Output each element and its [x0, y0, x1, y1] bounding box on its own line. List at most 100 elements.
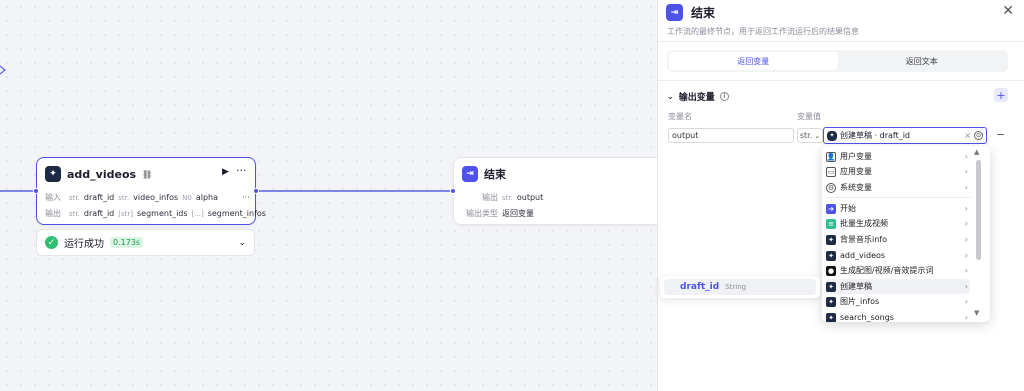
type-tag: str. — [69, 209, 80, 218]
variable-type: String — [725, 283, 747, 291]
add-videos-title: add_videos — [67, 167, 137, 181]
item-label: 背景音乐info — [840, 235, 888, 244]
add-variable-button[interactable]: + — [994, 88, 1008, 102]
info-icon[interactable]: i — [719, 92, 729, 101]
output-param: segment_infos — [207, 209, 266, 218]
input-param: alpha — [195, 193, 219, 202]
plugin-icon: ✦ — [826, 312, 836, 322]
link-icon: ⛓ — [142, 169, 153, 179]
input-port[interactable] — [450, 188, 456, 194]
dropdown-item-user-vars[interactable]: 👤 用户变量 › — [826, 149, 970, 164]
chevron-down-icon[interactable]: ⌄ — [238, 238, 246, 248]
panel-title: 结束 — [691, 6, 716, 20]
end-node-title: 结束 — [484, 168, 506, 181]
node-config-panel: ⇥ 结束 ✕ 工作流的最终节点，用于返回工作流运行后的结果信息 返回变量 返回文… — [657, 0, 1024, 391]
type-tag: [...] — [191, 209, 204, 218]
check-icon: ✓ — [45, 236, 58, 249]
dropdown-item-search-songs[interactable]: ✦ search_songs › — [826, 310, 970, 322]
input-label: 输入 — [45, 193, 61, 202]
llm-icon: ● — [826, 265, 836, 276]
item-label: 图片_infos — [840, 297, 880, 306]
folder-icon: ▭ — [826, 166, 836, 177]
chevron-right-icon: › — [964, 152, 968, 161]
end-icon: ⇥ — [462, 166, 478, 182]
chevron-right-icon: › — [964, 183, 968, 192]
output-param: segment_ids — [136, 209, 188, 218]
reference-value: 创建草稿 · draft_id — [840, 131, 911, 140]
item-label: search_songs — [840, 313, 894, 322]
close-icon[interactable]: ✕ — [1002, 3, 1014, 19]
time-badge: 0.173s — [110, 237, 144, 248]
input-row: 输入 str. draft_id str. video_infos N0 alp… — [45, 192, 250, 203]
plugin-icon: ✦ — [826, 234, 836, 245]
output-port[interactable] — [253, 188, 259, 194]
variable-dropdown: ▲ ▼ 👤 用户变量 › ▭ 应用变量 › ⚙ 系统变量 › ➜ 开始 › ≡ … — [822, 146, 990, 322]
workflow-canvas[interactable]: ✦ add_videos ⛓ ▶ ··· 输入 str. draft_id st… — [0, 0, 663, 391]
dropdown-item-batch-video[interactable]: ≡ 批量生成视频 › — [826, 216, 970, 231]
output-variables-section[interactable]: ⌄ 输出变量 i — [667, 90, 729, 103]
gear-icon: ⚙ — [826, 182, 836, 193]
plugin-icon: ✦ — [826, 250, 836, 261]
run-status-bar[interactable]: ✓ 运行成功 0.173s ⌄ — [36, 229, 255, 256]
type-tag: [str] — [118, 209, 133, 218]
dropdown-item-system-vars[interactable]: ⚙ 系统变量 › — [826, 180, 970, 195]
dropdown-item-create-draft[interactable]: ✦ 创建草稿 › — [826, 279, 970, 294]
item-label: add_videos — [840, 251, 886, 260]
dropdown-item-start[interactable]: ➜ 开始 › — [826, 201, 970, 216]
input-param: draft_id — [83, 193, 115, 202]
dropdown-scrollbar[interactable] — [976, 160, 981, 260]
output-param: output — [516, 193, 544, 202]
chevron-right-icon: › — [964, 204, 968, 213]
col-name-header: 变量名 — [668, 112, 692, 121]
dropdown-item-app-vars[interactable]: ▭ 应用变量 › — [826, 164, 970, 179]
run-node-button[interactable]: ▶ — [222, 167, 229, 177]
clear-icon[interactable]: × — [964, 131, 971, 140]
chevron-right-icon: › — [964, 297, 968, 306]
chevron-right-icon: › — [964, 266, 968, 275]
output-kind-label: 输出类型 — [466, 209, 498, 218]
panel-description: 工作流的最终节点，用于返回工作流运行后的结果信息 — [667, 27, 859, 36]
end-icon: ⇥ — [666, 4, 683, 21]
type-value: str. — [799, 131, 813, 140]
input-param: video_infos — [133, 193, 179, 202]
input-port[interactable] — [33, 188, 39, 194]
dropdown-item-add-videos[interactable]: ✦ add_videos › — [826, 248, 970, 263]
output-label: 输出 — [482, 193, 498, 202]
variable-name: draft_id — [680, 282, 720, 292]
end-kind-row: 输出类型 返回变量 — [462, 208, 534, 219]
batch-icon: ≡ — [826, 218, 836, 229]
add-videos-node[interactable]: ✦ add_videos ⛓ ▶ ··· 输入 str. draft_id st… — [33, 157, 266, 225]
divider — [826, 197, 970, 198]
dropdown-item-image-infos[interactable]: ✦ 图片_infos › — [826, 294, 970, 309]
panel-header: ⇥ 结束 — [666, 4, 715, 21]
plugin-icon: ✦ — [45, 166, 61, 182]
variable-submenu: draft_id String — [660, 276, 820, 298]
variable-reference-field[interactable]: ✦ 创建草稿 · draft_id × ⊙ — [823, 127, 987, 144]
item-label: 开始 — [840, 204, 856, 213]
collapse-chevron-icon[interactable]: ⌄ — [667, 92, 674, 101]
type-tag: N0 — [182, 193, 192, 202]
scroll-down-icon[interactable]: ▼ — [974, 309, 979, 317]
more-menu-button[interactable]: ··· — [236, 164, 247, 177]
col-value-header: 变量值 — [797, 112, 821, 121]
output-kind-value: 返回变量 — [502, 209, 534, 218]
type-tag: str. — [118, 193, 130, 202]
chevron-down-icon: ⌄ — [814, 131, 821, 140]
variable-name-input[interactable]: output — [668, 128, 794, 143]
item-label: 用户变量 — [840, 152, 872, 161]
dropdown-item-gen-prompts[interactable]: ● 生成配图/视频/音效提示词 › — [826, 263, 970, 278]
item-label: 应用变量 — [840, 167, 872, 176]
tab-return-variable[interactable]: 返回变量 — [669, 52, 838, 70]
variable-picker-icon[interactable]: ⊙ — [974, 131, 983, 140]
chevron-right-icon: › — [964, 251, 968, 260]
return-mode-tabs: 返回变量 返回文本 — [667, 50, 1008, 72]
end-node[interactable]: ⇥ 结束 输出 str. output 输出类型 返回变量 — [450, 157, 663, 225]
scroll-up-icon[interactable]: ▲ — [974, 148, 979, 156]
submenu-item-draft-id[interactable]: draft_id String — [664, 279, 816, 295]
type-tag: str. — [69, 193, 80, 202]
variable-type-select[interactable]: str. ⌄ — [797, 128, 823, 143]
remove-variable-button[interactable]: − — [996, 128, 1005, 141]
tab-return-text[interactable]: 返回文本 — [838, 52, 1007, 70]
dropdown-item-bgm-info[interactable]: ✦ 背景音乐info › — [826, 232, 970, 247]
chevron-right-icon: › — [964, 235, 968, 244]
